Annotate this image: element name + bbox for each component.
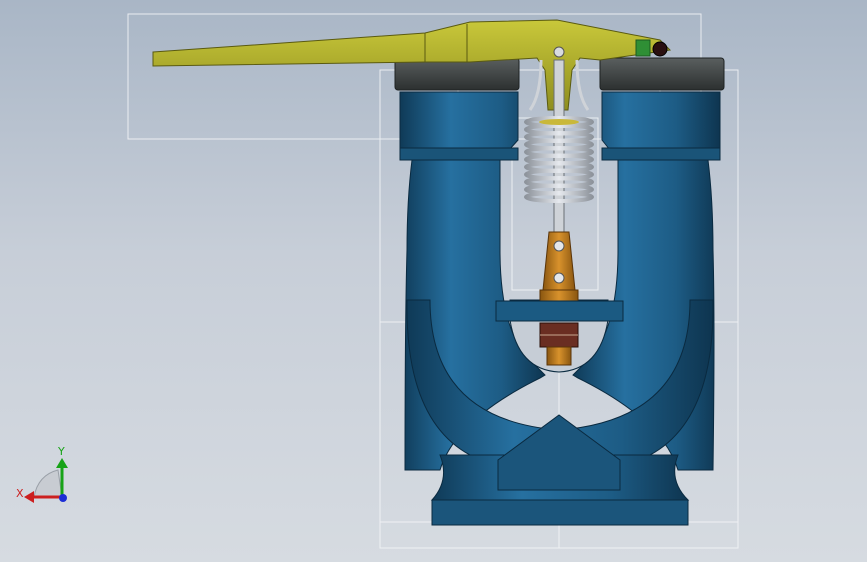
- x-arrow-head: [24, 491, 34, 503]
- triad-plane: [33, 469, 63, 498]
- seat-nozzle: [546, 346, 572, 366]
- right-cap[interactable]: [599, 57, 725, 91]
- y-arrow-head: [56, 458, 68, 468]
- lever-tip-pin: [652, 41, 668, 57]
- linkage[interactable]: [539, 231, 579, 303]
- link-pin-lower: [553, 272, 565, 284]
- y-axis-label: Y: [57, 445, 65, 458]
- seat-plate[interactable]: [495, 300, 624, 322]
- left-cap[interactable]: [394, 57, 520, 91]
- right-flange-ring: [601, 147, 721, 161]
- coordinate-triad: Y X: [16, 445, 68, 503]
- link-collar: [539, 289, 579, 303]
- pivot-pin[interactable]: [553, 46, 565, 58]
- x-axis-label: X: [16, 487, 24, 500]
- lever-tip-block: [635, 39, 651, 57]
- spring-top-washer: [539, 119, 579, 125]
- cad-viewport[interactable]: Y X: [0, 0, 867, 562]
- left-flange-ring: [399, 147, 519, 161]
- link-pin-upper: [553, 240, 565, 252]
- z-axis-dot: [59, 494, 67, 502]
- base-flange: [431, 499, 689, 526]
